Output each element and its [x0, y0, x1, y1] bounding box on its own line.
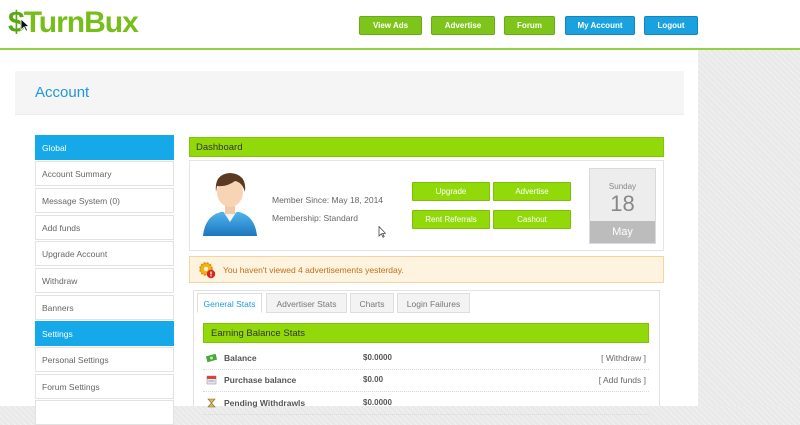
membership-level: Membership: Standard	[272, 213, 358, 223]
sidebar-item-banners[interactable]: Banners	[35, 295, 174, 320]
sidebar-item-upgrade-account[interactable]: Upgrade Account	[35, 241, 174, 266]
alert-text: You haven't viewed 4 advertisements yest…	[223, 265, 404, 275]
sidebar-header-global: Global	[35, 135, 174, 160]
purchase-icon	[206, 375, 217, 385]
table-row: Pending Withdrawls $0.0000	[203, 393, 649, 415]
tab-login-failures[interactable]: Login Failures	[397, 293, 470, 313]
withdraw-link[interactable]: [ Withdraw ]	[601, 353, 646, 363]
calendar-weekday: Sunday	[608, 182, 637, 191]
tab-general-stats[interactable]: General Stats	[197, 293, 262, 313]
table-row: Balance $0.0000 [ Withdraw ]	[203, 348, 649, 370]
nav-forum[interactable]: Forum	[504, 16, 555, 35]
sidebar-item-message-system[interactable]: Message System (0)	[35, 188, 174, 213]
calendar-day: 18	[610, 191, 635, 216]
sidebar-item-account-summary[interactable]: Account Summary	[35, 161, 174, 186]
sidebar-item-withdraw[interactable]: Withdraw	[35, 268, 174, 293]
member-since: Member Since: May 18, 2014	[272, 195, 384, 205]
sidebar-header-settings: Settings	[35, 321, 174, 346]
mouse-cursor-icon	[20, 18, 30, 32]
alert-warning: You haven't viewed 4 advertisements yest…	[189, 256, 664, 283]
tab-advertiser-stats[interactable]: Advertiser Stats	[266, 293, 347, 313]
balance-value: $0.0000	[363, 353, 392, 362]
nav-view-ads[interactable]: View Ads	[359, 16, 422, 35]
upgrade-button[interactable]: Upgrade	[412, 182, 490, 201]
sidebar-item-add-funds[interactable]: Add funds	[35, 215, 174, 240]
logo-text: TurnBux	[23, 6, 139, 39]
nav-advertise[interactable]: Advertise	[431, 16, 495, 35]
cashout-button[interactable]: Cashout	[493, 210, 571, 229]
add-funds-link[interactable]: [ Add funds ]	[599, 375, 646, 385]
dashboard-header: Dashboard	[189, 137, 664, 157]
user-avatar-icon	[203, 173, 257, 236]
mouse-cursor-icon	[378, 226, 386, 238]
nav-my-account[interactable]: My Account	[565, 16, 635, 35]
page-title: Account	[35, 84, 90, 101]
calendar-widget: Sunday 18 May	[589, 168, 656, 244]
money-icon	[206, 353, 217, 363]
nav-logout[interactable]: Logout	[644, 16, 698, 35]
sidebar-item-forum-settings[interactable]: Forum Settings	[35, 374, 174, 399]
pending-withdrawls-label: Pending Withdrawls	[224, 398, 306, 408]
advertise-button[interactable]: Advertise	[493, 182, 571, 201]
sidebar-item-personal-settings[interactable]: Personal Settings	[35, 347, 174, 372]
gear-warning-icon	[199, 262, 216, 279]
top-header: $TurnBux View Ads Advertise Forum My Acc…	[0, 0, 800, 50]
earning-balance-header: Earning Balance Stats	[203, 323, 649, 343]
page-title-bar: Account	[15, 71, 684, 115]
hourglass-icon	[207, 398, 216, 408]
rent-referrals-button[interactable]: Rent Referrals	[412, 210, 490, 229]
calendar-month: May	[590, 221, 655, 243]
tab-charts[interactable]: Charts	[350, 293, 394, 313]
purchase-balance-label: Purchase balance	[224, 375, 297, 385]
sidebar-item-partial[interactable]	[35, 400, 174, 425]
balance-label: Balance	[224, 353, 257, 363]
purchase-balance-value: $0.00	[363, 375, 384, 384]
table-row: Purchase balance $0.00 [ Add funds ]	[203, 370, 649, 392]
